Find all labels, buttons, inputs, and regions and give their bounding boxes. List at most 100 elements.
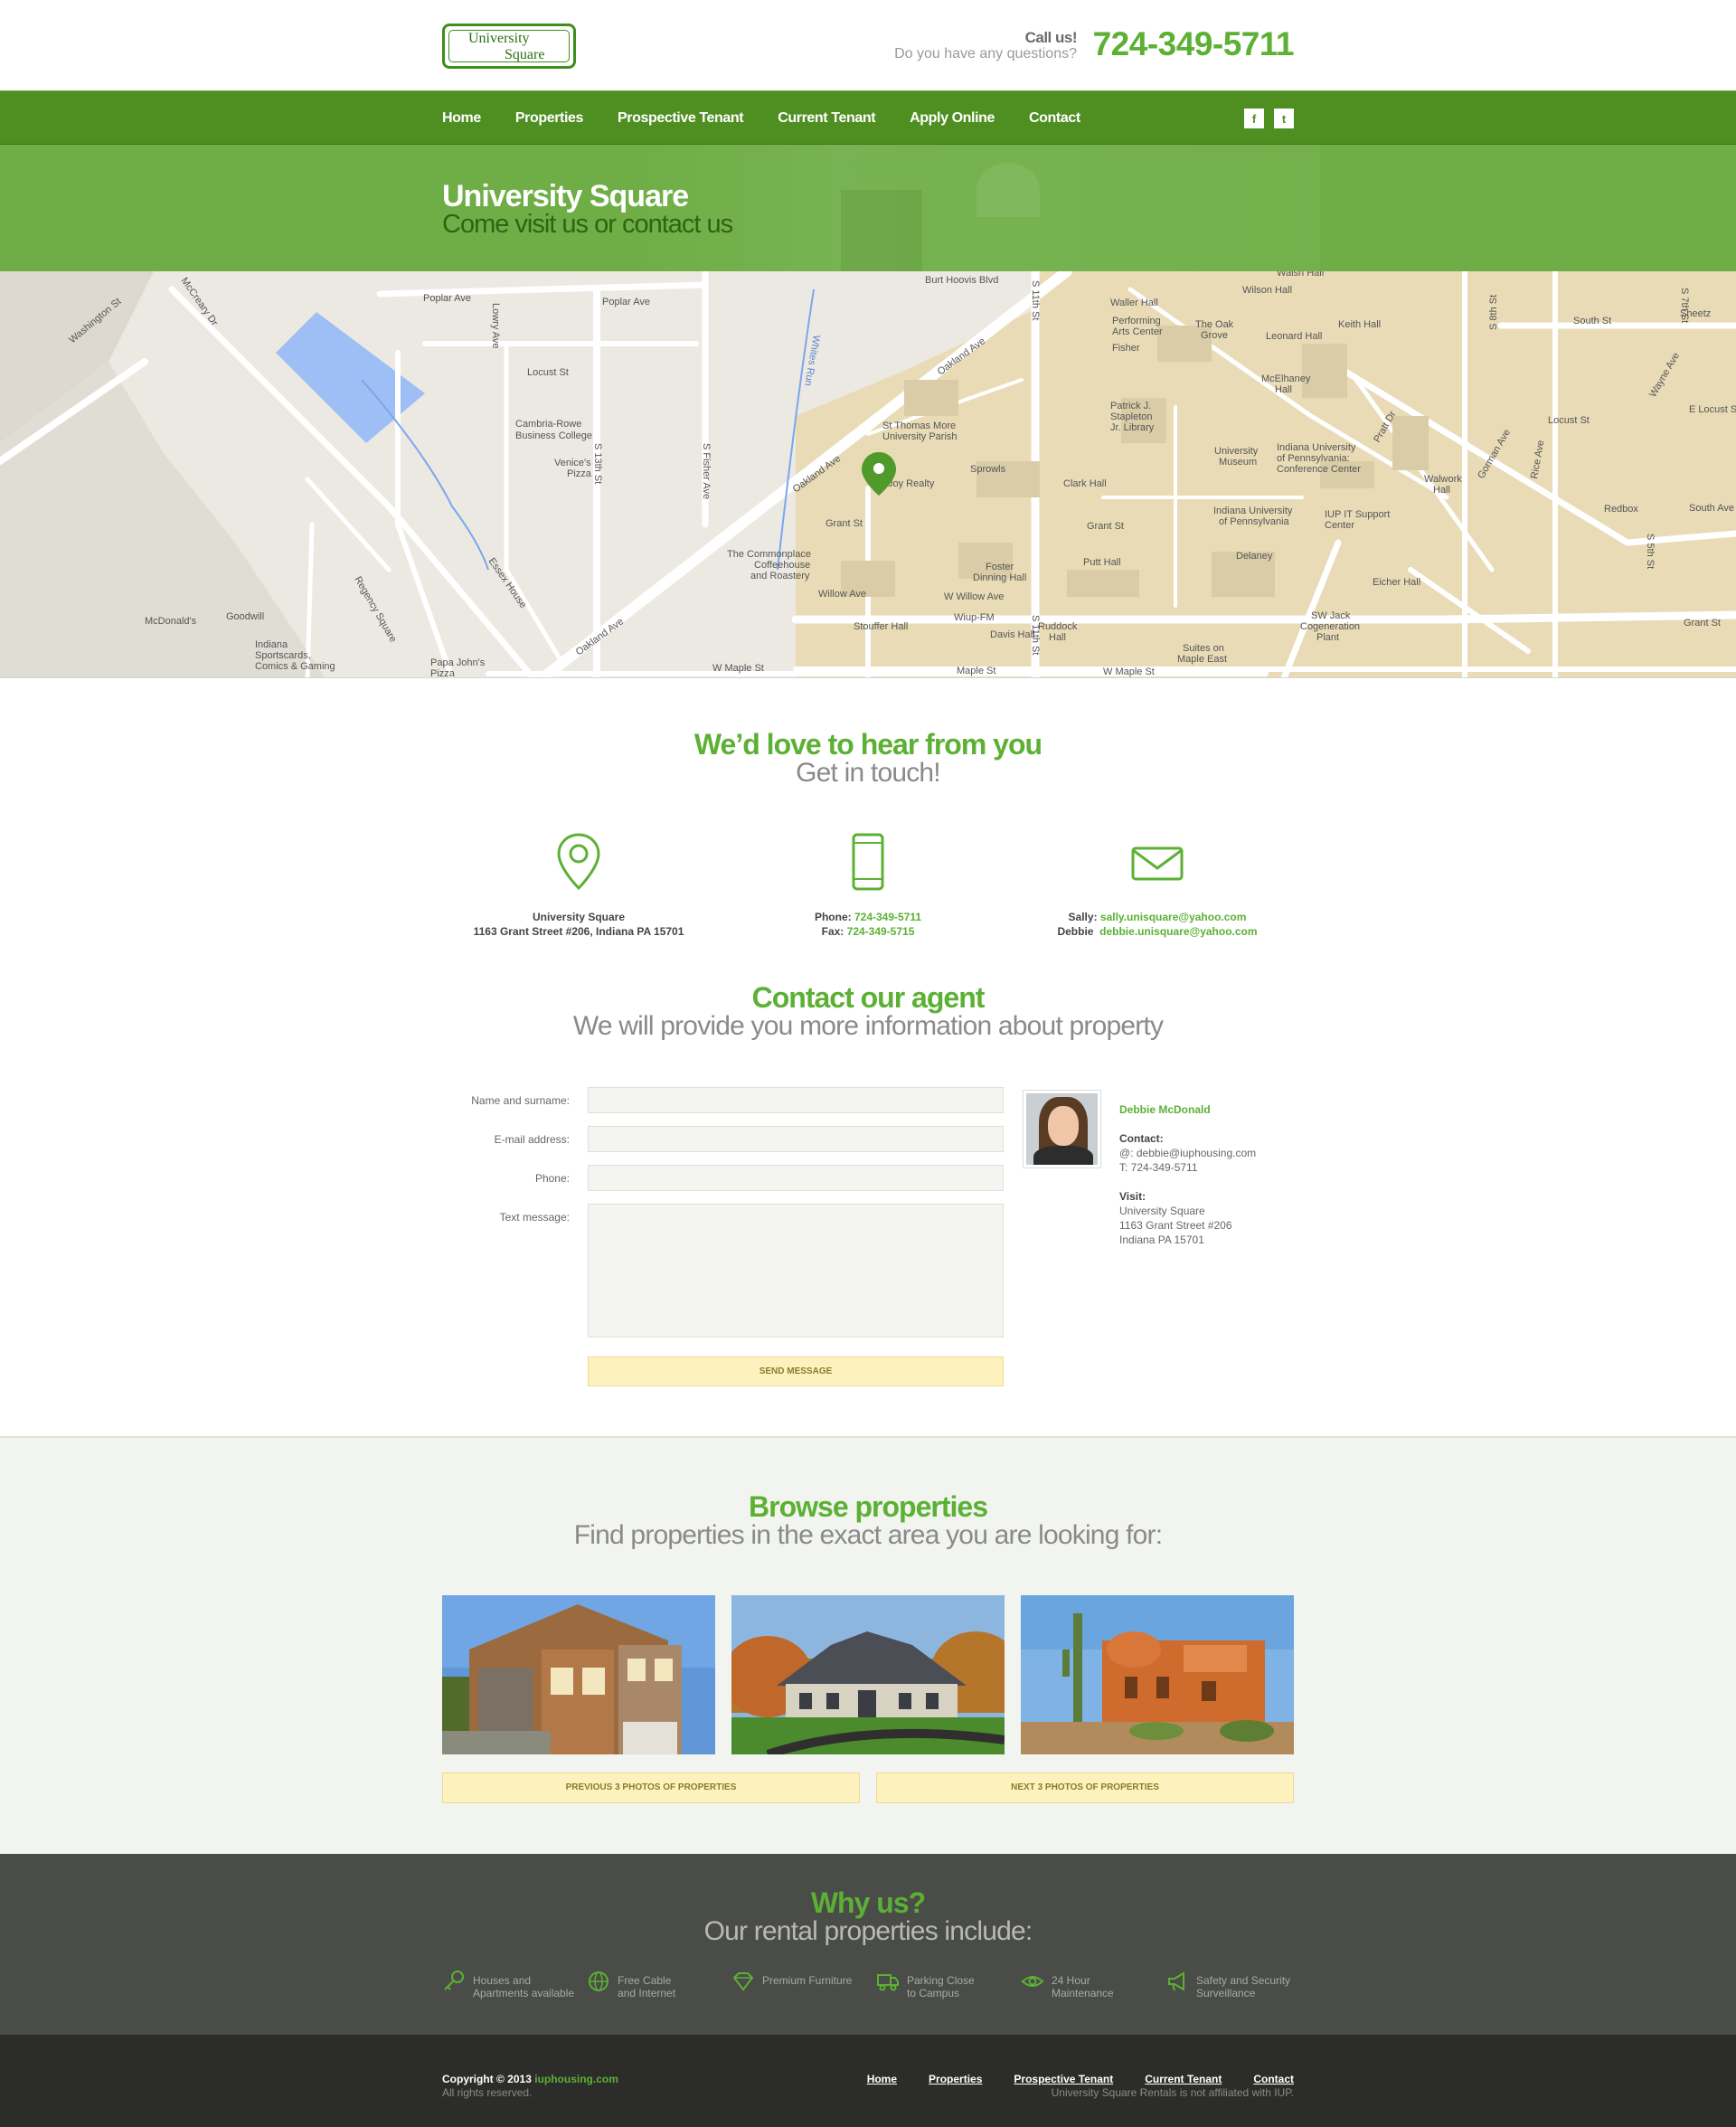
svg-text:Cambria-Rowe: Cambria-Rowe xyxy=(515,419,581,430)
address-block: University Square 1163 Grant Street #206… xyxy=(443,832,714,939)
svg-text:McDonald's: McDonald's xyxy=(145,616,197,627)
svg-text:South St: South St xyxy=(1573,316,1611,326)
feature-maintenance: 24 Hour Maintenance xyxy=(1021,1970,1165,1999)
svg-text:Wiup-FM: Wiup-FM xyxy=(954,612,995,623)
property-photo-1[interactable] xyxy=(442,1595,715,1754)
next-photos-button[interactable]: NEXT 3 PHOTOS OF PROPERTIES xyxy=(876,1772,1294,1803)
svg-text:Walwork: Walwork xyxy=(1424,474,1462,485)
name-field[interactable] xyxy=(588,1087,1004,1113)
svg-text:Maple East: Maple East xyxy=(1177,654,1227,665)
agent-photo xyxy=(1023,1090,1101,1168)
agent-contact-heading: Contact: xyxy=(1119,1132,1164,1145)
svg-text:S 8th St: S 8th St xyxy=(1488,295,1499,330)
site-footer: Copyright © 2013 iuphousing.com All righ… xyxy=(0,2035,1736,2127)
diamond-icon xyxy=(732,1972,754,1991)
hear-subtitle: Get in touch! xyxy=(796,758,941,788)
email-label: E-mail address: xyxy=(494,1133,570,1146)
message-textarea[interactable] xyxy=(588,1204,1004,1338)
footer-link-properties[interactable]: Properties xyxy=(929,2073,982,2086)
location-map[interactable]: Poplar Ave Poplar Ave Washington St McCr… xyxy=(0,271,1736,678)
feature-houses-line1: Houses and xyxy=(473,1974,532,1987)
svg-text:Putt Hall: Putt Hall xyxy=(1083,557,1121,568)
svg-text:and Roastery: and Roastery xyxy=(750,571,810,581)
phone-value[interactable]: 724-349-5711 xyxy=(854,911,921,923)
twitter-icon[interactable]: t xyxy=(1274,109,1294,128)
nav-current-tenant[interactable]: Current Tenant xyxy=(778,110,875,127)
svg-text:Indiana University: Indiana University xyxy=(1277,442,1356,453)
svg-text:Waller Hall: Waller Hall xyxy=(1110,298,1158,308)
svg-text:W Willow Ave: W Willow Ave xyxy=(944,591,1004,602)
site-header: University Square Call us! Do you have a… xyxy=(0,0,1736,90)
svg-text:Keith Hall: Keith Hall xyxy=(1338,319,1381,330)
browse-title: Browse properties xyxy=(749,1490,988,1523)
header-phone[interactable]: 724-349-5711 xyxy=(1093,25,1295,63)
hear-title: We’d love to hear from you xyxy=(693,728,1043,761)
svg-text:Ruddock: Ruddock xyxy=(1038,621,1078,632)
nav-apply-online[interactable]: Apply Online xyxy=(910,110,995,127)
mobile-phone-icon xyxy=(841,832,895,892)
nav-contact[interactable]: Contact xyxy=(1029,110,1080,127)
property-photo-3[interactable] xyxy=(1021,1595,1294,1754)
svg-text:Cogeneration: Cogeneration xyxy=(1300,621,1360,632)
copyright-text: Copyright © 2013 xyxy=(442,2073,532,2085)
feature-security-line1: Safety and Security xyxy=(1196,1974,1291,1987)
send-message-button[interactable]: SEND MESSAGE xyxy=(588,1357,1004,1386)
svg-text:Jr. Library: Jr. Library xyxy=(1110,422,1155,433)
svg-text:S Fisher Ave: S Fisher Ave xyxy=(701,443,712,499)
footer-link-prospective-tenant[interactable]: Prospective Tenant xyxy=(1014,2073,1113,2086)
phone-field[interactable] xyxy=(588,1165,1004,1191)
svg-text:The Commonplace: The Commonplace xyxy=(727,549,811,560)
feature-security: Safety and Security Surveillance xyxy=(1165,1970,1310,1999)
globe-icon xyxy=(589,1971,609,1991)
svg-text:S 5th St: S 5th St xyxy=(1645,534,1656,569)
svg-text:The Oak: The Oak xyxy=(1195,319,1234,330)
svg-text:Davis Hall: Davis Hall xyxy=(990,629,1035,640)
property-photo-2[interactable] xyxy=(731,1595,1005,1754)
svg-text:Conference Center: Conference Center xyxy=(1277,464,1361,475)
svg-text:Business College: Business College xyxy=(515,430,592,441)
footer-site-link[interactable]: iuphousing.com xyxy=(534,2073,618,2085)
nav-properties[interactable]: Properties xyxy=(515,110,584,127)
svg-text:McElhaney: McElhaney xyxy=(1261,373,1311,384)
map-canvas: Poplar Ave Poplar Ave Washington St McCr… xyxy=(0,271,1736,677)
footer-link-home[interactable]: Home xyxy=(867,2073,897,2086)
feature-cable: Free Cable and Internet xyxy=(587,1970,731,1999)
svg-text:W Maple St: W Maple St xyxy=(712,663,764,674)
footer-link-current-tenant[interactable]: Current Tenant xyxy=(1145,2073,1222,2086)
feature-parking-line1: Parking Close xyxy=(907,1974,975,1987)
address-name: University Square xyxy=(532,911,626,923)
contact-agent-heading: Contact our agent We will provide you mo… xyxy=(0,981,1736,1042)
agent-phone: T: 724-349-5711 xyxy=(1119,1161,1198,1174)
nav-home[interactable]: Home xyxy=(442,110,481,127)
megaphone-icon xyxy=(1168,1971,1184,1991)
svg-text:University Parish: University Parish xyxy=(882,431,958,442)
envelope-icon xyxy=(1130,832,1184,892)
svg-text:Grant St: Grant St xyxy=(1684,618,1721,629)
svg-text:SW Jack: SW Jack xyxy=(1311,610,1351,621)
agent-email[interactable]: @: debbie@iuphousing.com xyxy=(1119,1146,1256,1160)
svg-text:Maple St: Maple St xyxy=(957,666,995,676)
svg-text:Performing: Performing xyxy=(1112,316,1161,326)
previous-photos-button[interactable]: PREVIOUS 3 PHOTOS OF PROPERTIES xyxy=(442,1772,860,1803)
svg-text:Stouffer Hall: Stouffer Hall xyxy=(854,621,908,632)
email2-link[interactable]: debbie.unisquare@yahoo.com xyxy=(1099,925,1257,938)
call-us-block: Call us! Do you have any questions? xyxy=(894,30,1077,62)
key-icon xyxy=(444,1971,464,1990)
footer-link-contact[interactable]: Contact xyxy=(1253,2073,1294,2086)
page-subtitle: Come visit us or contact us xyxy=(442,210,733,239)
svg-text:Indiana University: Indiana University xyxy=(1213,506,1293,516)
logo[interactable]: University Square xyxy=(442,24,576,69)
svg-text:Grant St: Grant St xyxy=(826,518,863,529)
feature-maintenance-line1: 24 Hour xyxy=(1052,1974,1090,1987)
agent-name: Debbie McDonald xyxy=(1119,1103,1211,1116)
nav-prospective-tenant[interactable]: Prospective Tenant xyxy=(618,110,744,127)
facebook-icon[interactable]: f xyxy=(1244,109,1264,128)
svg-text:Grant St: Grant St xyxy=(1087,521,1124,532)
email-field[interactable] xyxy=(588,1126,1004,1152)
svg-text:Stapleton: Stapleton xyxy=(1110,411,1152,422)
svg-text:Regency Square: Regency Square xyxy=(352,575,398,645)
feature-houses: Houses and Apartments available xyxy=(442,1970,587,1999)
browse-properties-section: Browse properties Find properties in the… xyxy=(0,1436,1736,1854)
svg-text:Locust St: Locust St xyxy=(1548,415,1590,426)
email1-link[interactable]: sally.unisquare@yahoo.com xyxy=(1100,911,1247,923)
